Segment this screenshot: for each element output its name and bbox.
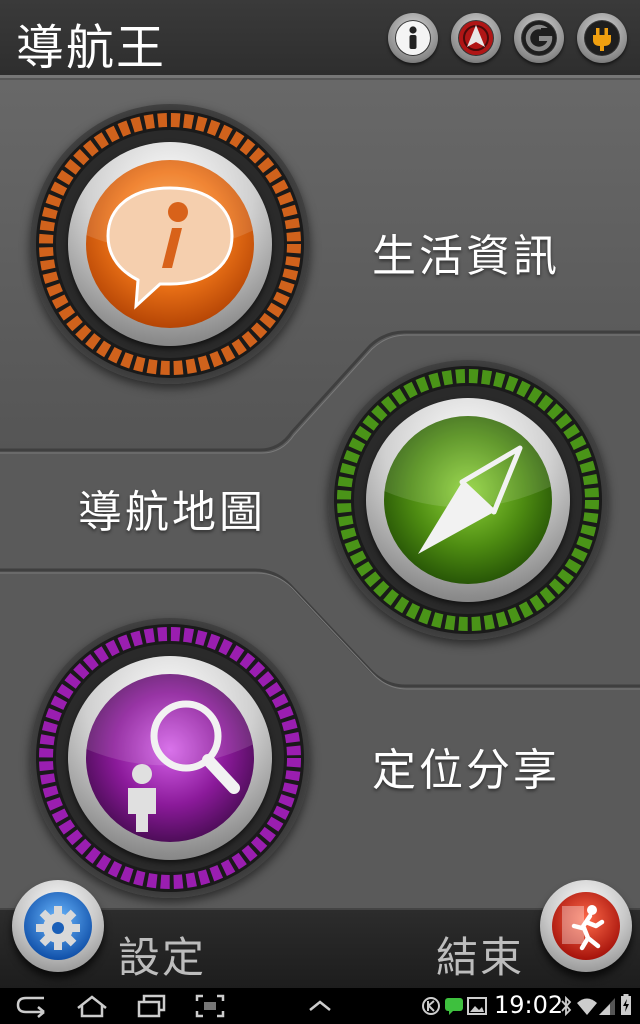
recent-apps-icon[interactable] [134,994,170,1018]
chevron-up-icon[interactable] [304,994,336,1018]
k-icon [422,997,440,1015]
system-bar: 19:02 [0,988,640,1024]
battery-icon [621,994,631,1015]
image-icon [467,997,487,1015]
info-bubble-icon [86,160,254,328]
locate-person-icon [86,674,254,842]
settings-button[interactable] [12,880,104,972]
navigation-map-button[interactable] [328,360,608,640]
location-share-label[interactable]: 定位分享 [372,734,560,798]
navigation-map-label[interactable]: 導航地圖 [78,476,266,540]
header-bar: 導航王 [0,0,640,78]
recenter-button[interactable] [451,13,501,63]
gps-icon [522,21,556,55]
location-share-button[interactable] [30,618,310,898]
recenter-icon [459,21,493,55]
exit-runner-icon [552,892,620,960]
home-icon[interactable] [74,994,110,1018]
clock: 19:02 [494,991,564,1019]
chat-icon [445,998,463,1015]
power-plug-icon [585,21,619,55]
power-button[interactable] [577,13,627,63]
screenshot-icon[interactable] [194,994,226,1018]
bluetooth-icon [561,996,572,1016]
gps-button[interactable] [514,13,564,63]
back-icon[interactable] [14,994,50,1018]
info-button[interactable] [388,13,438,63]
info-icon [396,21,430,55]
app-screen: 導航王 生活資訊 導航地圖 定位分享 設定 結束 19:02 [0,0,640,1024]
exit-label[interactable]: 結束 [436,924,524,985]
wifi-icon [577,998,597,1015]
life-info-label[interactable]: 生活資訊 [372,220,560,284]
gear-icon [24,892,92,960]
settings-label[interactable]: 設定 [118,924,206,985]
compass-icon [384,416,552,584]
app-title: 導航王 [16,20,167,76]
life-info-button[interactable] [30,104,310,384]
signal-icon [599,998,615,1015]
exit-button[interactable] [540,880,632,972]
